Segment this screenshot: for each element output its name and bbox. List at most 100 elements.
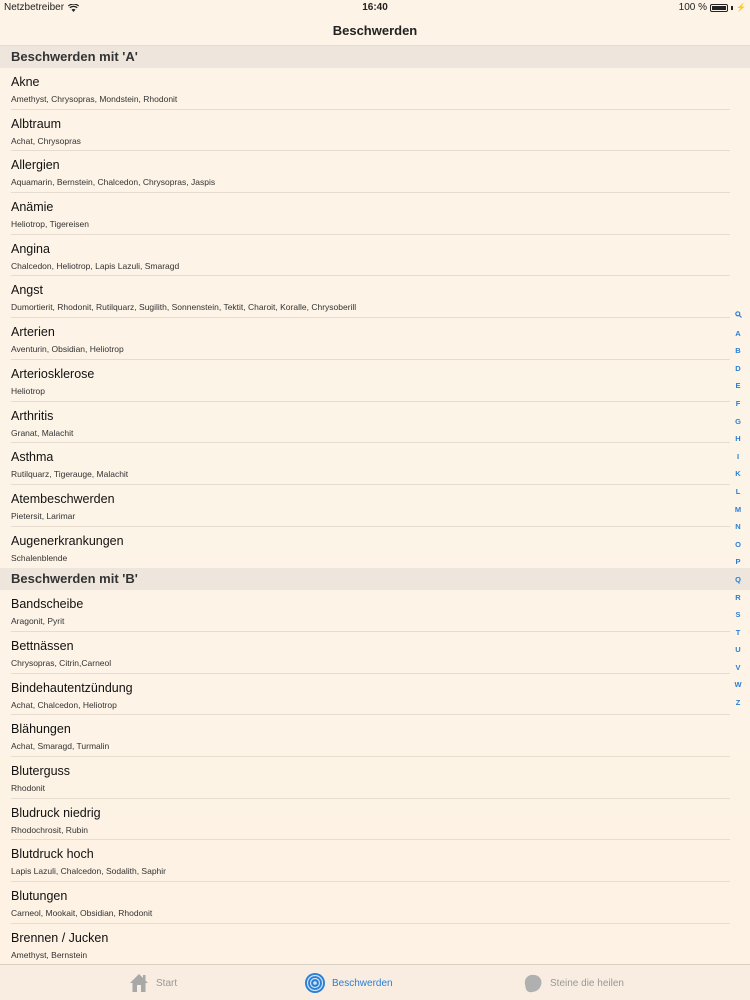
battery-icon (710, 3, 729, 12)
complaint-stones: Carneol, Mookait, Obsidian, Rhodonit (11, 908, 153, 919)
stone-icon (524, 974, 542, 993)
complaint-stones: Rhodonit (11, 783, 46, 793)
complaint-row[interactable]: Blähungen Achat, Smaragd, Turmalin (0, 715, 750, 757)
complaint-row[interactable]: Bludruck niedrig Rhodochrosit, Rubin (0, 799, 750, 841)
complaint-row[interactable]: Asthma Rutilquarz, Tigerauge, Malachit (0, 443, 750, 485)
complaint-row[interactable]: Bandscheibe Aragonit, Pyrit (0, 590, 750, 632)
complaints-list[interactable]: Beschwerden mit 'A' Akne Amethyst, Chrysop… (0, 46, 750, 964)
section-header: Beschwerden mit 'B' (0, 568, 750, 591)
index-letter[interactable]: G (735, 413, 741, 431)
complaint-title: Anämie (11, 200, 54, 215)
index-letter[interactable]: U (735, 641, 740, 659)
complaint-row[interactable]: Allergien Aquamarin, Bernstein, Chalcedon… (0, 151, 750, 193)
complaint-title: Bandscheibe (11, 597, 84, 612)
tab-steine-label: Steine die heilen (550, 977, 624, 989)
battery-tip (731, 5, 734, 10)
index-letter[interactable]: M (735, 501, 741, 519)
index-letter[interactable]: O (735, 536, 741, 554)
index-letter[interactable]: L (736, 483, 741, 501)
complaint-title: Blutungen (11, 889, 68, 904)
index-letter[interactable]: B (735, 342, 740, 360)
complaint-row[interactable]: Blutdruck hoch Lapis Lazuli, Chalcedon, S… (0, 840, 750, 882)
index-letter[interactable]: I (737, 448, 739, 466)
complaint-row[interactable]: Atembeschwerden Pietersit, Larimar (0, 485, 750, 527)
complaint-title: Arteriosklerose (11, 366, 95, 381)
index-letter[interactable]: H (735, 430, 740, 448)
complaint-stones: Dumortierit, Rhodonit, Rutilquarz, Sugil… (11, 302, 357, 313)
page-title: Beschwerden (332, 23, 418, 38)
index-letter[interactable]: A (735, 325, 740, 343)
complaint-stones: Chrysopras, Citrin,Carneol (11, 657, 112, 668)
index-letter[interactable]: W (734, 676, 741, 694)
status-right: 100 % ⚡ (679, 2, 746, 13)
complaint-stones: Granat, Malachit (11, 427, 74, 438)
complaint-title: Bluterguss (11, 764, 71, 778)
search-icon (734, 311, 742, 318)
complaint-row[interactable]: Bluterguss Rhodonit (0, 757, 750, 799)
complaint-title: Bindehautentzündung (11, 680, 133, 695)
complaint-stones: Achat, Chrysopras (11, 135, 81, 146)
index-letter[interactable]: Z (736, 694, 741, 712)
complaint-title: Arterien (11, 325, 55, 340)
complaint-title: Angina (11, 241, 50, 256)
complaint-row[interactable]: Augenerkrankungen Schalenblende (0, 527, 750, 569)
complaint-stones: Schalenblende (11, 552, 68, 563)
complaint-title: Albtraum (11, 116, 62, 131)
index-letter[interactable]: T (736, 624, 741, 642)
complaint-stones: Rhodochrosit, Rubin (11, 824, 89, 835)
complaint-row[interactable]: Arterien Aventurin, Obsidian, Heliotrop (0, 318, 750, 360)
complaint-stones: Heliotrop, Tigereisen (11, 219, 89, 230)
section-index-bar[interactable]: ABDEFGHIKLMNOPQRSTUVWZ (731, 307, 745, 712)
complaint-row[interactable]: Arteriosklerose Heliotrop (0, 360, 750, 402)
tab-start-label: Start (156, 977, 178, 989)
complaint-stones: Achat, Smaragd, Turmalin (11, 741, 110, 752)
index-letter[interactable]: K (735, 465, 740, 483)
index-letter[interactable]: D (735, 360, 740, 378)
complaint-title: Bludruck niedrig (11, 805, 101, 820)
complaint-title: Akne (11, 75, 40, 89)
complaint-stones: Amethyst, Bernstein (11, 949, 88, 960)
complaint-stones: Rutilquarz, Tigerauge, Malachit (11, 469, 129, 480)
complaint-title: Blähungen (11, 722, 71, 737)
complaint-title: Angst (11, 283, 43, 298)
index-letter[interactable]: F (736, 395, 741, 413)
index-letter[interactable]: P (735, 553, 740, 571)
complaint-row[interactable]: Anämie Heliotrop, Tigereisen (0, 193, 750, 235)
index-letter[interactable]: N (735, 518, 740, 536)
complaint-title: Atembeschwerden (11, 491, 115, 506)
complaint-row[interactable]: Brennen / Jucken Amethyst, Bernstein (0, 924, 750, 964)
complaint-stones: Aventurin, Obsidian, Heliotrop (11, 344, 124, 355)
complaint-row[interactable]: Arthritis Granat, Malachit (0, 402, 750, 444)
complaint-row[interactable]: Bettnässen Chrysopras, Citrin,Carneol (0, 632, 750, 674)
tab-steine[interactable]: Steine die heilen (522, 965, 624, 1000)
complaint-row[interactable]: Blutungen Carneol, Mookait, Obsidian, Rho… (0, 882, 750, 924)
complaint-stones: Pietersit, Larimar (11, 510, 76, 521)
complaint-title: Bettnässen (11, 638, 74, 653)
battery-percent: 100 % (678, 2, 708, 13)
complaint-stones: Aragonit, Pyrit (11, 616, 65, 627)
nav-bar: Beschwerden (0, 16, 750, 46)
complaint-row[interactable]: Angst Dumortierit, Rhodonit, Rutilquarz, … (0, 276, 750, 318)
complaint-row[interactable]: Angina Chalcedon, Heliotrop, Lapis Lazuli… (0, 235, 750, 277)
tab-bar: Start Beschwerden Steine die heilen (0, 964, 750, 1000)
target-icon (305, 973, 325, 993)
complaint-stones: Aquamarin, Bernstein, Chalcedon, Chrysop… (11, 177, 216, 188)
status-bar: Netzbetreiber 16:40 100 % ⚡ (0, 0, 750, 16)
tab-start[interactable]: Start (128, 965, 177, 1000)
complaint-row[interactable]: Albtraum Achat, Chrysopras (0, 110, 750, 152)
complaint-title: Asthma (11, 450, 54, 465)
complaint-title: Allergien (11, 158, 60, 173)
index-letter[interactable]: E (735, 377, 740, 395)
index-letter[interactable]: Q (735, 571, 741, 589)
complaint-row[interactable]: Bindehautentzündung Achat, Chalcedon, Hel… (0, 674, 750, 716)
complaint-title: Arthritis (11, 408, 54, 423)
index-letter[interactable]: V (735, 659, 740, 677)
complaint-stones: Heliotrop (11, 385, 46, 396)
index-search-icon[interactable] (734, 307, 742, 325)
complaint-row[interactable]: Akne Amethyst, Chrysopras, Mondstein, Rho… (0, 68, 750, 110)
complaint-stones: Chalcedon, Heliotrop, Lapis Lazuli, Smar… (11, 260, 180, 271)
index-letter[interactable]: R (735, 589, 740, 607)
index-letter[interactable]: S (735, 606, 740, 624)
charging-icon: ⚡ (736, 3, 746, 12)
tab-beschwerden[interactable]: Beschwerden (304, 965, 393, 1000)
